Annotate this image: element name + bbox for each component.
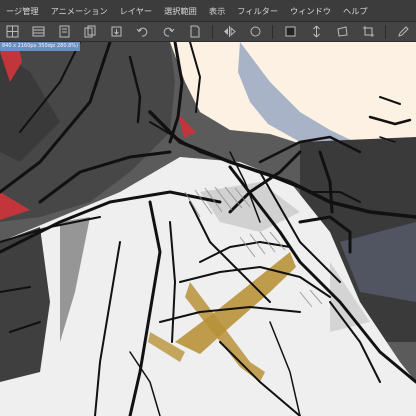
transform-icon xyxy=(336,25,349,38)
crop-button[interactable] xyxy=(358,24,378,40)
layer-icon xyxy=(58,25,71,38)
menu-help[interactable]: ヘルプ xyxy=(337,0,374,22)
toolbar-separator xyxy=(272,24,274,39)
tool-bar xyxy=(0,22,416,42)
toolbar-separator xyxy=(211,24,213,39)
file-icon xyxy=(188,25,201,38)
copy-icon xyxy=(84,25,97,38)
layer-button[interactable] xyxy=(55,24,75,40)
grid-button[interactable] xyxy=(3,24,23,40)
export-icon xyxy=(110,25,123,38)
menu-window[interactable]: ウィンドウ xyxy=(284,0,337,22)
file-button[interactable] xyxy=(185,24,205,40)
menu-selection[interactable]: 選択範囲 xyxy=(158,0,203,22)
circle-button[interactable] xyxy=(245,24,265,40)
transform-button[interactable] xyxy=(332,24,352,40)
export-button[interactable] xyxy=(107,24,127,40)
flip-button[interactable] xyxy=(220,24,240,40)
fill-button[interactable] xyxy=(280,24,300,40)
redo-icon xyxy=(162,25,175,38)
menu-animation[interactable]: アニメーション xyxy=(45,0,114,22)
toolbar-separator xyxy=(385,24,387,39)
fill-icon xyxy=(284,25,297,38)
table-button[interactable] xyxy=(29,24,49,40)
grid-icon xyxy=(6,25,19,38)
table-icon xyxy=(32,25,45,38)
copy-button[interactable] xyxy=(81,24,101,40)
redo-button[interactable] xyxy=(159,24,179,40)
menu-bar: ージ管理 アニメーション レイヤー 選択範囲 表示 フィルター ウィンドウ ヘルプ xyxy=(0,0,416,22)
arrows-vertical-icon xyxy=(310,25,323,38)
undo-icon xyxy=(136,25,149,38)
pen-button[interactable] xyxy=(393,24,413,40)
document-info-tab[interactable]: 840 x 2160px 350dpi 280.8%) xyxy=(0,42,80,51)
menu-layer[interactable]: レイヤー xyxy=(114,0,159,22)
menu-page-management[interactable]: ージ管理 xyxy=(0,0,45,22)
menu-filter[interactable]: フィルター xyxy=(231,0,284,22)
circle-icon xyxy=(249,25,262,38)
menu-view[interactable]: 表示 xyxy=(203,0,231,22)
arrows-vertical-button[interactable] xyxy=(306,24,326,40)
pen-icon xyxy=(397,25,410,38)
drawing-canvas[interactable] xyxy=(0,42,416,416)
flip-icon xyxy=(223,25,236,38)
undo-button[interactable] xyxy=(133,24,153,40)
crop-icon xyxy=(362,25,375,38)
